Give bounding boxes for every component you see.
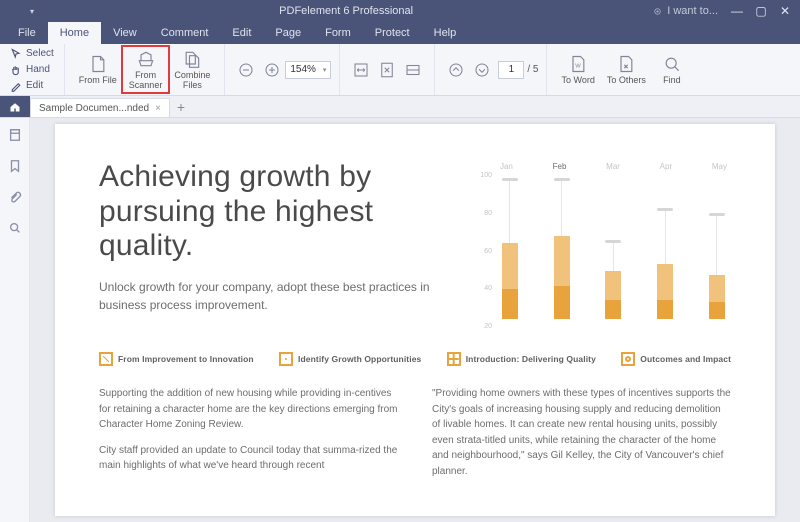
thumbnails-icon[interactable]: [8, 128, 22, 145]
zoom-level-input[interactable]: 154%▾: [285, 61, 331, 79]
section-link[interactable]: Introduction: Delivering Quality: [447, 352, 596, 366]
subhead: Unlock growth for your company, adopt th…: [99, 278, 446, 314]
body-col-2: "Providing home owners with these types …: [432, 386, 731, 489]
select-tool[interactable]: Select: [8, 47, 56, 61]
page-up-button[interactable]: [443, 57, 469, 83]
page-number-input[interactable]: 1: [498, 61, 524, 79]
menu-edit[interactable]: Edit: [220, 22, 263, 44]
app-title: PDFelement 6 Professional: [40, 5, 652, 17]
from-file-button[interactable]: From File: [73, 52, 123, 87]
window-minimize-icon[interactable]: —: [726, 4, 748, 18]
combine-files-button[interactable]: Combine Files: [168, 47, 216, 92]
section-link[interactable]: Identify Growth Opportunities: [279, 352, 421, 366]
edit-tool[interactable]: Edit: [8, 79, 45, 93]
actual-size-icon[interactable]: [400, 57, 426, 83]
i-want-to[interactable]: I want to...: [652, 5, 718, 17]
page-total: / 5: [527, 64, 538, 75]
page-down-button[interactable]: [469, 57, 495, 83]
menu-help[interactable]: Help: [422, 22, 469, 44]
tabstrip: Sample Documen...nded × +: [0, 96, 800, 118]
tab-add-button[interactable]: +: [170, 96, 192, 117]
page: Achieving growth by pursuing the highest…: [55, 124, 775, 516]
section-links: From Improvement to Innovation Identify G…: [99, 352, 731, 366]
from-scanner-button[interactable]: From Scanner: [123, 47, 169, 92]
side-panel: [0, 118, 30, 522]
menu-page[interactable]: Page: [263, 22, 313, 44]
menu-protect[interactable]: Protect: [363, 22, 422, 44]
menu-home[interactable]: Home: [48, 22, 101, 44]
menubar: FileHomeViewCommentEditPageFormProtectHe…: [0, 22, 800, 44]
menu-view[interactable]: View: [101, 22, 149, 44]
menu-file[interactable]: File: [6, 22, 48, 44]
headline: Achieving growth by pursuing the highest…: [99, 160, 446, 264]
ribbon: Select Hand Edit From File From Scanner …: [0, 44, 800, 96]
document-tab[interactable]: Sample Documen...nded ×: [30, 98, 170, 117]
to-others-button[interactable]: To Others: [601, 52, 652, 87]
fit-width-icon[interactable]: [348, 57, 374, 83]
search-panel-icon[interactable]: [8, 221, 22, 238]
zoom-in-button[interactable]: [259, 57, 285, 83]
titlebar: F ▾ PDFelement 6 Professional I want to.…: [0, 0, 800, 22]
hand-tool[interactable]: Hand: [8, 63, 52, 77]
document-tab-label: Sample Documen...nded: [39, 103, 149, 114]
home-tab-icon[interactable]: [0, 96, 30, 117]
section-link[interactable]: Outcomes and Impact: [621, 352, 731, 366]
zoom-out-button[interactable]: [233, 57, 259, 83]
document-canvas[interactable]: Achieving growth by pursuing the highest…: [30, 118, 800, 522]
bookmarks-icon[interactable]: [8, 159, 22, 176]
svg-text:W: W: [575, 63, 581, 69]
fit-page-icon[interactable]: [374, 57, 400, 83]
tab-close-icon[interactable]: ×: [155, 103, 161, 114]
section-link[interactable]: From Improvement to Innovation: [99, 352, 254, 366]
find-button[interactable]: Find: [652, 52, 692, 87]
window-close-icon[interactable]: ✕: [774, 4, 796, 18]
body-col-1: Supporting the addition of new housing w…: [99, 386, 398, 489]
window-maximize-icon[interactable]: ▢: [750, 4, 772, 18]
menu-comment[interactable]: Comment: [149, 22, 221, 44]
to-word-button[interactable]: WTo Word: [555, 52, 600, 87]
chart: 10080604020 JanFebMarAprMay: [474, 160, 731, 330]
menu-form[interactable]: Form: [313, 22, 363, 44]
attachments-icon[interactable]: [8, 190, 22, 207]
qat-dropdown-icon[interactable]: ▾: [30, 7, 34, 16]
